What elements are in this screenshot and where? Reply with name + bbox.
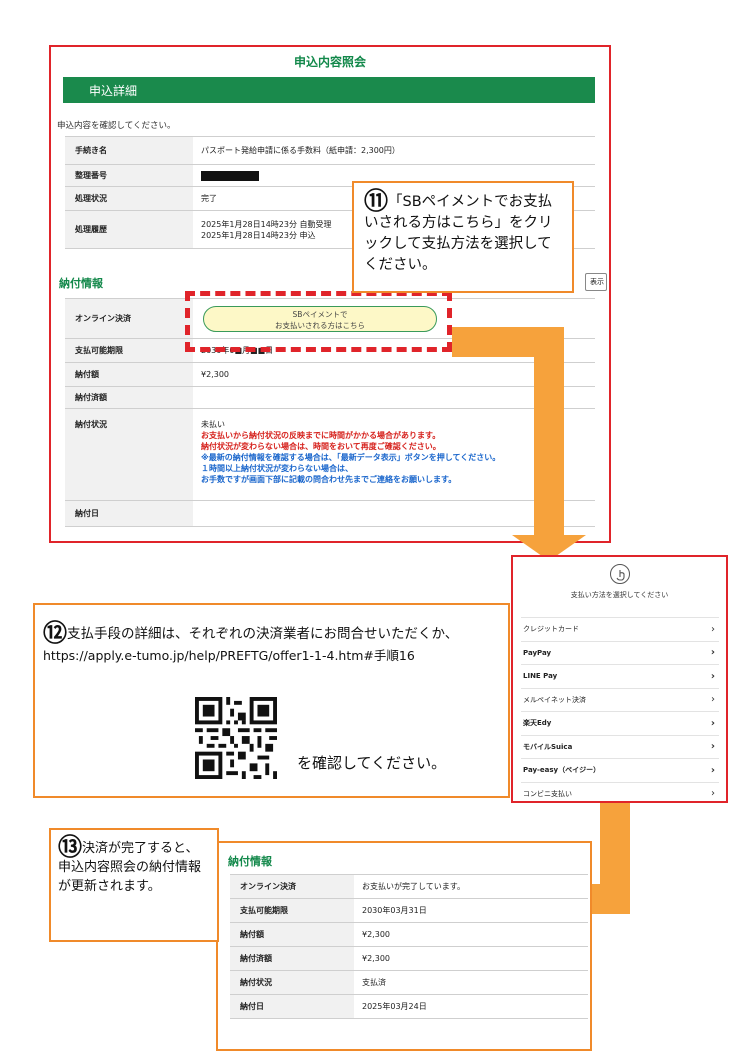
callout-text: 「SBペイメントでお支払いされる方はこちら」をクリックして支払方法を選択してくだ… [364, 194, 553, 273]
row-label: 納付日 [65, 500, 193, 527]
table-row: 納付済額 [65, 386, 595, 409]
row-label: 納付状況 [65, 408, 193, 501]
section-header: 申込詳細 [63, 77, 595, 103]
table-row: 納付日 [65, 500, 595, 527]
confirm-text: を確認してください。 [297, 754, 447, 772]
chevron-right-icon: › [711, 694, 715, 706]
payment-section-title: 納付情報 [59, 277, 103, 290]
updated-payment-info: 納付情報 オンライン決済 お支払いが完了しています。 支払可能期限 2030年03月… [216, 841, 592, 1051]
method-credit-card[interactable]: クレジットカード › [521, 617, 719, 641]
method-label: メルペイネット決済 [523, 695, 586, 704]
table-row: 納付額 ¥2,300 [230, 922, 588, 947]
chevron-right-icon: › [710, 717, 715, 729]
method-label: PayPay [523, 648, 552, 657]
table-row: 手続き名 パスポート発給申請に係る手数料（紙申請：2,300円） [65, 136, 595, 165]
method-rakuten-edy[interactable]: 楽天Edy › [521, 711, 719, 735]
hand-pointer-icon [610, 564, 630, 584]
method-paypay[interactable]: PayPay › [521, 640, 719, 665]
highlight-box [185, 291, 452, 352]
method-label: LINE Pay [523, 672, 558, 681]
page-title: 申込内容照会 [293, 55, 366, 69]
notice-text: お支払いから納付状況の反映までに時間がかかる場合があります。 [201, 431, 441, 440]
qr-code-icon [195, 697, 277, 779]
row-label: 納付日 [230, 994, 354, 1019]
row-label: オンライン決済 [230, 874, 354, 899]
notice-text: 納付状況が変わらない場合は、時間をおいて再度ご確認ください。 [201, 442, 441, 451]
method-label: モバイルSuica [523, 742, 573, 751]
method-list: クレジットカード › PayPay › LINE Pay › メルペイネット決済 › 楽… [521, 617, 719, 805]
method-pay-easy[interactable]: Pay-easy（ペイジー） › [521, 758, 719, 782]
instruction-text: 申込内容を確認してください。 [57, 121, 176, 131]
row-label: 納付状況 [230, 970, 354, 995]
table-row: 納付額 ¥2,300 [65, 362, 595, 387]
method-label: 楽天Edy [523, 719, 552, 728]
row-label: 整理番号 [65, 164, 193, 187]
method-heading: 支払い方法を選択してください [570, 591, 669, 599]
chevron-right-icon: › [710, 670, 715, 682]
row-value: お支払いが完了しています。 [354, 874, 588, 899]
method-convenience-store[interactable]: コンビニ支払い › [521, 781, 719, 806]
method-label: クレジットカード [523, 625, 579, 634]
row-label: 手続き名 [65, 136, 193, 165]
row-label: 処理履歴 [65, 210, 193, 249]
row-value: ¥2,300 [354, 922, 588, 947]
chevron-right-icon: › [711, 623, 715, 635]
callout-11: ⑪「SBペイメントでお支払いされる方はこちら」をクリックして支払方法を選択してく… [352, 181, 574, 293]
payment-method-panel: 支払い方法を選択してください クレジットカード › PayPay › LINE Pa… [511, 555, 728, 803]
row-value: 2030年03月31日 [354, 898, 588, 923]
row-value: ¥2,300 [354, 946, 588, 971]
method-label: Pay-easy（ペイジー） [523, 766, 601, 775]
step-number: ⑫ [43, 619, 67, 647]
step-number: ⑬ [58, 833, 82, 861]
row-label: 支払可能期限 [230, 898, 354, 923]
chevron-right-icon: › [710, 764, 715, 776]
help-url[interactable]: https://apply.e-tumo.jp/help/PREFTG/offe… [43, 646, 500, 666]
row-label: 納付済額 [230, 946, 354, 971]
row-label: 支払可能期限 [65, 338, 193, 363]
chevron-right-icon: › [710, 647, 715, 659]
table-row: オンライン決済 お支払いが完了しています。 [230, 874, 588, 899]
notice-text: ※最新の納付情報を確認する場合は、「最新データ表示」ボタンを押してください。 [201, 453, 501, 462]
arrow-shaft [534, 327, 564, 537]
masked-number [201, 170, 259, 181]
method-label: コンビニ支払い [523, 789, 572, 798]
row-label: 処理状況 [65, 186, 193, 211]
method-line-pay[interactable]: LINE Pay › [521, 664, 719, 688]
latest-data-button[interactable]: 表示 [585, 273, 607, 291]
table-row: 納付状況 未払い お支払いから納付状況の反映までに時間がかかる場合があります。 … [65, 408, 595, 501]
method-mobile-suica[interactable]: モバイルSuica › [521, 734, 719, 759]
row-label: 納付額 [230, 922, 354, 947]
step-number: ⑪ [364, 187, 388, 215]
notice-text: お手数ですが画面下部に記載の問合わせ先までご連絡をお願いします。 [201, 475, 457, 484]
chevron-right-icon: › [711, 788, 715, 800]
table-row: 納付状況 支払済 [230, 970, 588, 995]
updated-payment-table: オンライン決済 お支払いが完了しています。 支払可能期限 2030年03月31日 納… [230, 874, 588, 1019]
callout-text: 支払手段の詳細は、それぞれの決済業者にお問合せいただくか、 [67, 626, 459, 642]
row-value: 支払済 [354, 970, 588, 995]
callout-13: ⑬決済が完了すると、申込内容照会の納付情報が更新されます。 [49, 828, 219, 942]
row-label: 納付額 [65, 362, 193, 387]
row-label: 納付済額 [65, 386, 193, 409]
chevron-right-icon: › [710, 741, 715, 753]
status-value: 未払い [201, 420, 225, 429]
row-label: オンライン決済 [65, 298, 193, 339]
method-merpay[interactable]: メルペイネット決済 › [521, 687, 719, 712]
notice-text: １時間以上納付状況が変わらない場合は、 [201, 464, 353, 473]
table-row: 納付日 2025年03月24日 [230, 994, 588, 1019]
row-value: 2025年03月24日 [354, 994, 588, 1019]
callout-12: ⑫支払手段の詳細は、それぞれの決済業者にお問合せいただくか、 https://a… [33, 603, 510, 798]
row-value: パスポート発給申請に係る手数料（紙申請：2,300円） [193, 136, 595, 165]
payment-section-title: 納付情報 [228, 855, 272, 868]
table-row: 納付済額 ¥2,300 [230, 946, 588, 971]
table-row: 支払可能期限 2030年03月31日 [230, 898, 588, 923]
